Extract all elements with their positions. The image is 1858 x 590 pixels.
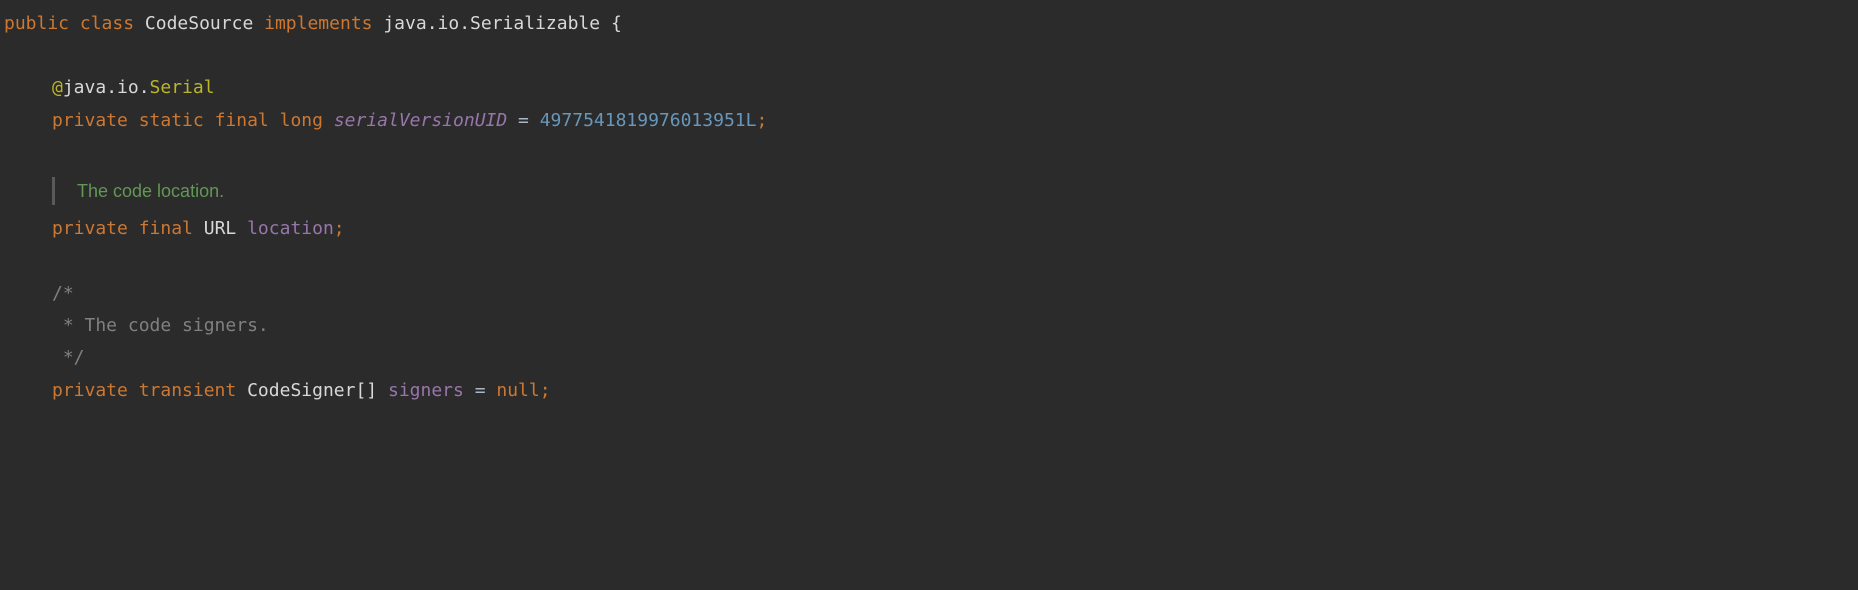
type-name: URL: [204, 218, 237, 239]
field-name: serialVersionUID: [334, 110, 507, 131]
array-brackets: []: [355, 380, 377, 401]
keyword-static: static: [139, 110, 204, 131]
field-name: location: [247, 218, 334, 239]
code-editor[interactable]: public class CodeSource implements java.…: [0, 0, 1858, 415]
annotation-pkg: java.io.: [63, 77, 150, 98]
code-line: public class CodeSource implements java.…: [0, 8, 1858, 40]
doc-comment: The code location.: [52, 173, 1858, 209]
interface-name: java.io.Serializable: [383, 13, 600, 34]
open-brace: {: [611, 13, 622, 34]
code-line: * The code signers.: [0, 310, 1858, 342]
type-name: CodeSigner: [247, 380, 355, 401]
keyword-final: final: [215, 110, 269, 131]
comment-close: */: [52, 347, 85, 368]
keyword-public: public: [4, 13, 69, 34]
operator: =: [464, 380, 497, 401]
code-line: @java.io.Serial: [0, 72, 1858, 104]
keyword-final: final: [139, 218, 193, 239]
blank-line: [0, 137, 1858, 169]
number-literal: 4977541819976013951L: [540, 110, 757, 131]
semicolon: ;: [756, 110, 767, 131]
comment-open: /*: [52, 283, 74, 304]
doc-text: The code location.: [77, 175, 224, 207]
semicolon: ;: [540, 380, 551, 401]
code-line: */: [0, 342, 1858, 374]
blank-line: [0, 246, 1858, 278]
keyword-private: private: [52, 380, 128, 401]
class-name: CodeSource: [145, 13, 253, 34]
annotation-at: @: [52, 77, 63, 98]
semicolon: ;: [334, 218, 345, 239]
keyword-implements: implements: [264, 13, 372, 34]
code-line: private final URL location;: [0, 213, 1858, 245]
blank-line: [0, 40, 1858, 72]
code-line: /*: [0, 278, 1858, 310]
doc-bar-icon: [52, 177, 55, 205]
keyword-private: private: [52, 218, 128, 239]
keyword-long: long: [280, 110, 323, 131]
keyword-private: private: [52, 110, 128, 131]
code-line: private transient CodeSigner[] signers =…: [0, 375, 1858, 407]
keyword-class: class: [80, 13, 134, 34]
keyword-null: null: [496, 380, 539, 401]
operator: =: [507, 110, 540, 131]
code-line: private static final long serialVersionU…: [0, 105, 1858, 137]
comment-body: * The code signers.: [52, 315, 269, 336]
field-name: signers: [388, 380, 464, 401]
annotation-name: Serial: [150, 77, 215, 98]
keyword-transient: transient: [139, 380, 237, 401]
